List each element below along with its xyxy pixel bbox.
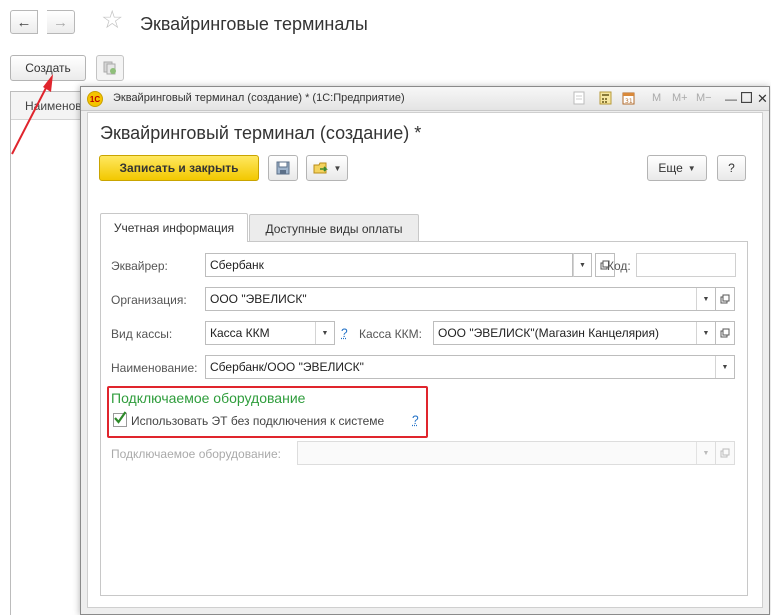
create-terminal-window: 1С Эквайринговый терминал (создание) * (… [80,86,770,615]
equipment-field [297,441,715,465]
minimize-icon[interactable]: — [725,91,737,107]
save-icon [276,161,290,175]
acquirer-field[interactable]: Сбербанк [205,253,573,277]
forward-button[interactable]: → [47,10,75,34]
create-based-on-button[interactable]: ▼ [306,155,348,181]
checkmark-icon [114,411,127,424]
write-and-close-button[interactable]: Записать и закрыть [99,155,259,181]
cash-type-label: Вид кассы: [111,327,173,341]
svg-text:31: 31 [625,98,633,105]
close-icon[interactable]: ✕ [757,91,768,107]
chevron-down-icon: ▼ [702,449,710,457]
chevron-down-icon: ▼ [721,363,729,371]
memory-minus-button[interactable]: M− [696,92,712,104]
use-without-connection-checkbox[interactable] [113,411,127,427]
window-titlebar: 1С Эквайринговый терминал (создание) * (… [81,87,769,111]
cash-type-help-link[interactable]: ? [341,326,348,340]
chevron-down-icon: ▼ [333,163,342,173]
organization-label: Организация: [111,293,187,307]
equipment-group-title: Подключаемое оборудование [111,390,306,406]
calculator-icon[interactable] [599,91,612,110]
maximize-icon[interactable] [740,91,753,108]
more-button[interactable]: Еще ▼ [647,155,707,181]
open-icon [720,328,730,338]
checkbox-help-link[interactable]: ? [412,413,419,427]
cash-register-field[interactable]: ООО "ЭВЕЛИСК"(Магазин Канцелярия) [433,321,715,345]
tab-accounting-info[interactable]: Учетная информация [100,213,248,242]
cash-register-dropdown[interactable]: ▼ [696,322,715,344]
back-button[interactable]: ← [10,10,38,34]
form-body: Эквайринговый терминал (создание) * Запи… [87,112,763,608]
code-label: Код: [607,259,631,273]
organization-field[interactable]: ООО "ЭВЕЛИСК" [205,287,715,311]
cash-register-label: Касса ККМ: [359,327,422,341]
column-header-name[interactable]: Наименование [11,92,81,120]
code-field[interactable] [636,253,736,277]
more-label: Еще [658,161,683,175]
memory-button[interactable]: M [652,92,661,104]
equipment-label: Подключаемое оборудование: [111,447,281,461]
help-button[interactable]: ? [717,155,746,181]
name-label: Наименование: [111,361,198,375]
tab-panel-accounting-info: Эквайрер: Сбербанк ▼ Код: Организация: О… [100,241,748,596]
favorite-star-icon[interactable]: ☆ [101,8,123,33]
equipment-dropdown: ▼ [696,442,715,464]
acquirer-dropdown[interactable]: ▼ [573,253,592,277]
document-icon[interactable] [573,91,585,110]
name-dropdown[interactable]: ▼ [715,356,734,378]
form-title: Эквайринговый терминал (создание) * [100,123,422,143]
list-table[interactable]: Наименование [10,91,82,615]
create-button[interactable]: Создать [10,55,86,81]
acquirer-label: Эквайрер: [111,259,168,273]
chevron-down-icon: ▼ [702,329,710,337]
chevron-down-icon: ▼ [702,295,710,303]
copy-button[interactable] [96,55,124,81]
chevron-down-icon: ▼ [579,261,586,269]
organization-open-button[interactable] [715,287,735,311]
organization-dropdown[interactable]: ▼ [696,288,715,310]
copy-icon [103,61,116,75]
chevron-down-icon: ▼ [321,329,329,337]
cash-register-open-button[interactable] [715,321,735,345]
open-icon [720,294,730,304]
arrow-right-icon: → [53,13,68,31]
calendar-icon[interactable]: 31 [622,91,635,110]
folder-arrow-icon [313,162,328,174]
chevron-down-icon: ▼ [687,163,696,173]
open-icon [720,448,730,458]
app-logo-icon: 1С [87,91,103,107]
memory-plus-button[interactable]: M+ [672,92,688,104]
window-title: Эквайринговый терминал (создание) * (1С:… [113,92,405,104]
equipment-open-button [715,441,735,465]
cash-type-dropdown[interactable]: ▼ [315,322,334,344]
arrow-left-icon: ← [16,13,32,31]
tab-payment-types[interactable]: Доступные виды оплаты [249,214,419,242]
save-button[interactable] [268,155,298,181]
name-field[interactable]: Сбербанк/ООО "ЭВЕЛИСК" [205,355,735,379]
use-without-connection-label[interactable]: Использовать ЭТ без подключения к систем… [131,414,384,428]
page-title: Эквайринговые терминалы [140,14,368,34]
